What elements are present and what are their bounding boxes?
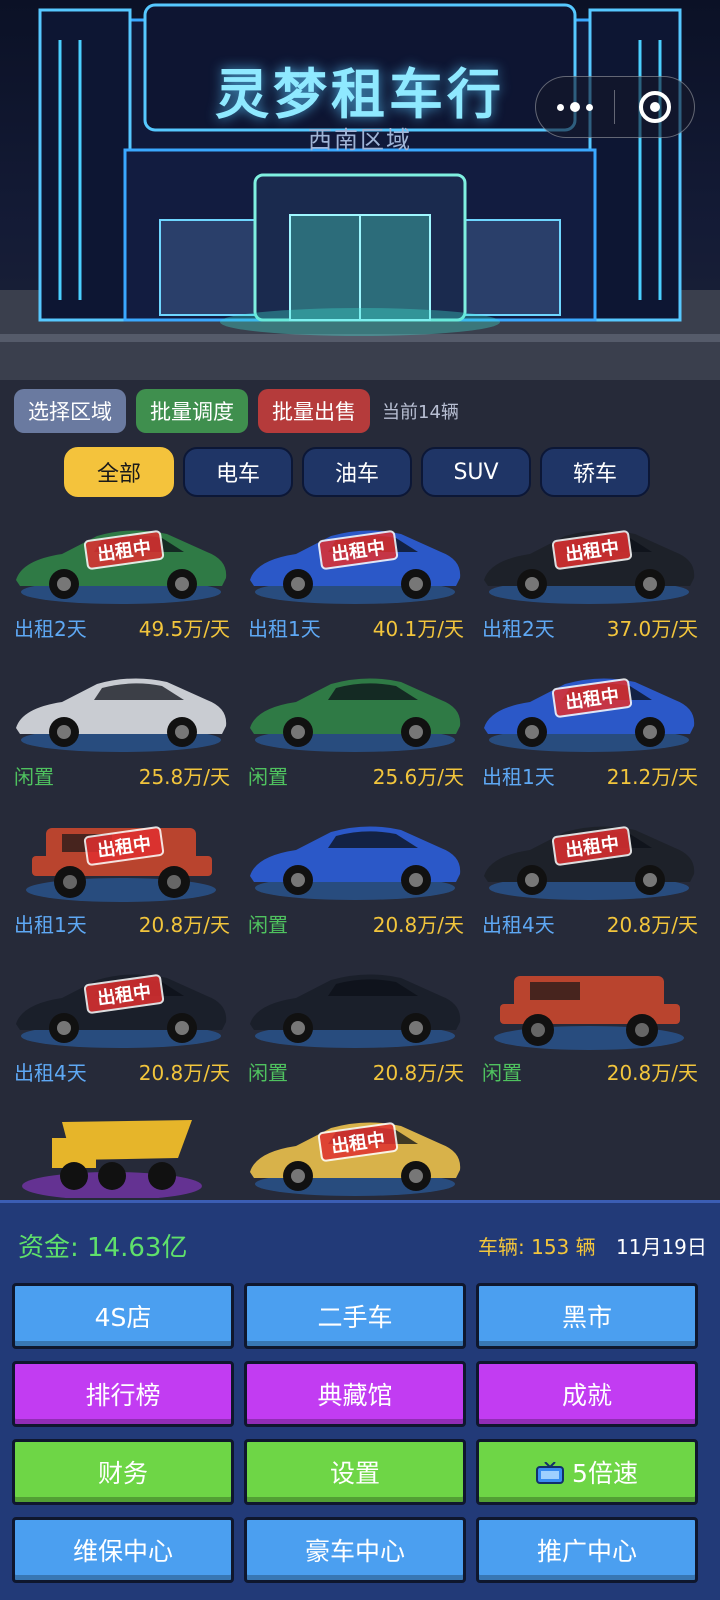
car-status: 出租4天 [482, 913, 555, 937]
black-market-button[interactable]: 黑市 [476, 1283, 698, 1349]
tab-suv[interactable]: SUV [421, 447, 531, 497]
menu-label: 成就 [561, 1381, 612, 1410]
collection-button[interactable]: 典藏馆 [244, 1361, 466, 1427]
car-image: 出租中 [250, 530, 461, 604]
4s-store-button[interactable]: 4S店 [12, 1283, 234, 1349]
menu-label: 维保中心 [72, 1537, 173, 1566]
car-image: 出租中 [250, 1122, 461, 1196]
select-region-button[interactable]: 选择区域 [14, 389, 126, 433]
car-status: 出租1天 [482, 765, 555, 789]
close-miniprogram-icon[interactable] [615, 77, 694, 137]
car-daily-price: 20.8万/天 [138, 1061, 230, 1085]
tab-fuel[interactable]: 油车 [302, 447, 412, 497]
car-card[interactable]: 出租中 出租1天 21.2万/天 [470, 658, 708, 808]
menu-label: 4S店 [94, 1303, 152, 1332]
more-options-icon[interactable] [536, 77, 614, 137]
car-status: 出租2天 [14, 617, 87, 641]
promotion-center-button[interactable]: 推广中心 [476, 1517, 698, 1583]
car-image: 出租中 [26, 826, 216, 902]
finance-button[interactable]: 财务 [12, 1439, 234, 1505]
car-image: 出租中 [16, 974, 227, 1048]
tab-electric[interactable]: 电车 [183, 447, 293, 497]
tab-sedan[interactable]: 轿车 [540, 447, 650, 497]
menu-label: 设置 [329, 1459, 380, 1488]
menu-label: 财务 [97, 1459, 148, 1488]
car-daily-price: 21.2万/天 [606, 765, 698, 789]
car-card[interactable]: 出租中 出租1天 20.8万/天 [2, 806, 240, 956]
menu-label: 5倍速 [572, 1459, 638, 1488]
car-status: 出租1天 [248, 617, 321, 641]
car-status: 闲置 [482, 1061, 522, 1085]
batch-dispatch-button[interactable]: 批量调度 [136, 389, 248, 433]
menu-label: 典藏馆 [317, 1381, 393, 1410]
header-banner: 灵梦租车行 西南区域 [0, 0, 720, 380]
speed-5x-button[interactable]: 5倍速 [476, 1439, 698, 1505]
luxury-center-button[interactable]: 豪车中心 [244, 1517, 466, 1583]
car-card[interactable]: 出租中 出租2天 49.5万/天 [2, 510, 240, 660]
game-date: 11月19日 [616, 1235, 707, 1259]
car-daily-price: 20.8万/天 [372, 913, 464, 937]
car-daily-price: 20.8万/天 [372, 1061, 464, 1085]
car-card[interactable]: 闲置 20.8万/天 [236, 806, 474, 956]
car-card[interactable]: 出租中 [236, 1102, 474, 1198]
car-daily-price: 20.8万/天 [606, 913, 698, 937]
car-image: 出租中 [16, 530, 227, 604]
car-card[interactable]: 出租中 出租1天 40.1万/天 [236, 510, 474, 660]
car-daily-price: 25.8万/天 [138, 765, 230, 789]
car-image: 出租中 [484, 826, 695, 900]
car-image [22, 1120, 202, 1198]
vehicle-count: 当前14辆 [382, 402, 459, 423]
car-image [494, 976, 684, 1050]
car-card[interactable]: 闲置 25.8万/天 [2, 658, 240, 808]
car-daily-price: 25.6万/天 [372, 765, 464, 789]
car-status: 出租4天 [14, 1061, 87, 1085]
car-grid: 出租中 出租2天 49.5万/天 出租中 出租1天 40.1万/天 出租中 出租2天… [0, 510, 720, 1198]
filter-tabs: 全部 电车 油车 SUV 轿车 [64, 447, 650, 497]
tv-icon [536, 1461, 565, 1484]
car-card[interactable]: 闲置 20.8万/天 [236, 954, 474, 1104]
maintenance-center-button[interactable]: 维保中心 [12, 1517, 234, 1583]
settings-button[interactable]: 设置 [244, 1439, 466, 1505]
car-image [16, 678, 227, 752]
funds-display: 资金: 14.63亿 [18, 1233, 188, 1263]
menu-label: 二手车 [317, 1303, 393, 1332]
car-status: 出租2天 [482, 617, 555, 641]
menu-label: 推广中心 [536, 1537, 637, 1566]
achievements-button[interactable]: 成就 [476, 1361, 698, 1427]
car-card[interactable] [2, 1102, 240, 1198]
leaderboard-button[interactable]: 排行榜 [12, 1361, 234, 1427]
used-car-button[interactable]: 二手车 [244, 1283, 466, 1349]
vehicle-total: 车辆: 153 辆 [478, 1235, 596, 1259]
menu-label: 黑市 [561, 1303, 612, 1332]
car-card[interactable]: 闲置 25.6万/天 [236, 658, 474, 808]
car-daily-price: 49.5万/天 [138, 617, 230, 641]
car-image [250, 974, 461, 1048]
car-daily-price: 20.8万/天 [606, 1061, 698, 1085]
tab-all[interactable]: 全部 [64, 447, 174, 497]
car-status: 出租1天 [14, 913, 87, 937]
car-daily-price: 20.8万/天 [138, 913, 230, 937]
bottom-panel: 资金: 14.63亿 车辆: 153 辆 11月19日 4S店 二手车 黑市排行榜 典… [0, 1200, 720, 1600]
batch-sell-button[interactable]: 批量出售 [258, 389, 370, 433]
action-toolbar: 选择区域 批量调度 批量出售 当前14辆 [14, 389, 459, 433]
car-daily-price: 40.1万/天 [372, 617, 464, 641]
car-status: 闲置 [14, 765, 54, 789]
menu-label: 排行榜 [85, 1381, 161, 1410]
car-image [250, 678, 461, 752]
car-card[interactable]: 出租中 出租4天 20.8万/天 [2, 954, 240, 1104]
car-status: 闲置 [248, 765, 288, 789]
menu-label: 豪车中心 [304, 1537, 405, 1566]
car-card[interactable]: 闲置 20.8万/天 [470, 954, 708, 1104]
car-status: 闲置 [248, 1061, 288, 1085]
car-daily-price: 37.0万/天 [606, 617, 698, 641]
car-card[interactable]: 出租中 出租2天 37.0万/天 [470, 510, 708, 660]
car-image: 出租中 [484, 678, 695, 752]
car-image: 出租中 [484, 530, 695, 604]
car-image [250, 826, 461, 900]
miniprogram-capsule [535, 76, 695, 138]
car-status: 闲置 [248, 913, 288, 937]
car-card[interactable]: 出租中 出租4天 20.8万/天 [470, 806, 708, 956]
